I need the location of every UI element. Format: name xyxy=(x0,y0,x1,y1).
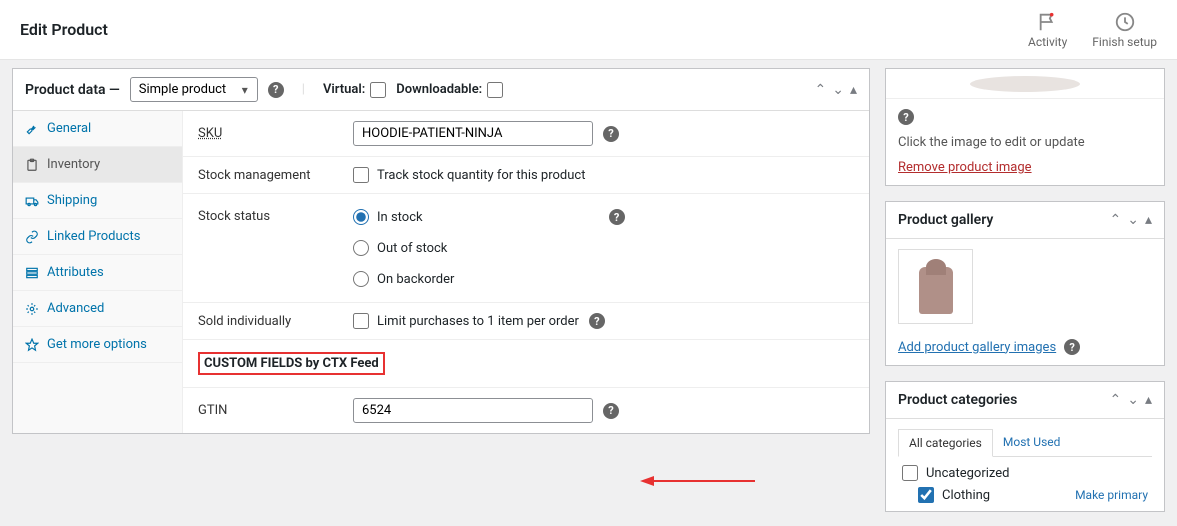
custom-fields-heading: CUSTOM FIELDS by CTX Feed xyxy=(198,352,385,375)
virtual-toggle[interactable]: Virtual: xyxy=(323,82,386,98)
remove-image-link[interactable]: Remove product image xyxy=(898,160,1032,175)
help-icon[interactable]: ? xyxy=(898,109,914,125)
sku-input[interactable] xyxy=(353,121,593,146)
category-clothing[interactable]: Clothing xyxy=(918,487,990,503)
activity-button[interactable]: Activity xyxy=(1028,11,1067,49)
help-icon[interactable]: ? xyxy=(603,126,619,142)
product-type-select[interactable]: Simple product xyxy=(130,77,258,102)
link-icon xyxy=(25,230,39,244)
stock-backorder-radio[interactable]: On backorder xyxy=(353,271,625,287)
panel-up-icon[interactable]: ⌃ xyxy=(815,82,827,98)
top-bar: Edit Product Activity Finish setup xyxy=(0,0,1177,60)
tab-attributes[interactable]: Attributes xyxy=(13,255,182,291)
gallery-title: Product gallery xyxy=(898,212,1110,228)
track-stock-checkbox[interactable]: Track stock quantity for this product xyxy=(353,167,585,183)
help-icon[interactable]: ? xyxy=(603,403,619,419)
categories-tab-all[interactable]: All categories xyxy=(898,429,993,457)
panel-toggle-icon[interactable]: ▴ xyxy=(1145,392,1152,408)
gtin-label: GTIN xyxy=(198,403,338,418)
panel-toggle-icon[interactable]: ▴ xyxy=(850,82,857,98)
image-help-text: Click the image to edit or update xyxy=(898,135,1152,150)
list-icon xyxy=(25,266,39,280)
stock-status-label: Stock status xyxy=(198,209,338,224)
panel-down-icon[interactable]: ⌄ xyxy=(832,82,844,98)
flag-icon xyxy=(1037,11,1059,33)
image-placeholder-icon xyxy=(965,74,1085,94)
product-gallery-box: Product gallery ⌃ ⌄ ▴ Add product gallery … xyxy=(885,201,1165,366)
star-icon xyxy=(25,338,39,352)
finish-setup-button[interactable]: Finish setup xyxy=(1092,11,1157,49)
stock-outofstock-radio[interactable]: Out of stock xyxy=(353,240,625,256)
clipboard-icon xyxy=(25,158,39,172)
product-image-thumbnail[interactable] xyxy=(886,69,1164,99)
product-image-box: ? Click the image to edit or update Remo… xyxy=(885,68,1165,186)
categories-tab-most-used[interactable]: Most Used xyxy=(993,429,1071,456)
panel-up-icon[interactable]: ⌃ xyxy=(1110,212,1122,228)
panel-down-icon[interactable]: ⌄ xyxy=(1127,392,1139,408)
sku-label: SKU xyxy=(198,126,338,141)
help-icon[interactable]: ? xyxy=(589,313,605,329)
product-categories-box: Product categories ⌃ ⌄ ▴ All categories Mo… xyxy=(885,381,1165,512)
stock-instock-radio[interactable]: In stock? xyxy=(353,209,625,225)
clock-icon xyxy=(1114,11,1136,33)
gtin-input[interactable] xyxy=(353,398,593,423)
wrench-icon xyxy=(25,122,39,136)
add-gallery-images-link[interactable]: Add product gallery images xyxy=(898,340,1056,355)
sold-individually-label: Sold individually xyxy=(198,314,338,329)
product-data-label: Product data — xyxy=(25,82,120,98)
gallery-thumbnail[interactable] xyxy=(898,249,973,324)
page-title: Edit Product xyxy=(20,20,108,39)
panel-toggle-icon[interactable]: ▴ xyxy=(1145,212,1152,228)
sold-individually-checkbox[interactable]: Limit purchases to 1 item per order xyxy=(353,313,579,329)
help-icon[interactable]: ? xyxy=(609,209,625,225)
truck-icon xyxy=(25,194,39,208)
tab-inventory[interactable]: Inventory xyxy=(13,147,182,183)
stock-mgmt-label: Stock management xyxy=(198,168,338,183)
product-data-tabs: General Inventory Shipping Linked Produc… xyxy=(13,111,183,433)
gear-icon xyxy=(25,302,39,316)
tab-linked-products[interactable]: Linked Products xyxy=(13,219,182,255)
downloadable-toggle[interactable]: Downloadable: xyxy=(396,82,503,98)
category-uncategorized[interactable]: Uncategorized xyxy=(902,465,1148,481)
inventory-panel: SKU ? Stock management Track stock quant… xyxy=(183,111,869,433)
tab-get-more[interactable]: Get more options xyxy=(13,327,182,363)
make-primary-link[interactable]: Make primary xyxy=(1075,488,1148,502)
tab-general[interactable]: General xyxy=(13,111,182,147)
help-icon[interactable]: ? xyxy=(268,82,284,98)
product-data-metabox: Product data — Simple product ? | Virtua… xyxy=(12,68,870,434)
tab-shipping[interactable]: Shipping xyxy=(13,183,182,219)
panel-up-icon[interactable]: ⌃ xyxy=(1110,392,1122,408)
categories-title: Product categories xyxy=(898,392,1110,408)
tab-advanced[interactable]: Advanced xyxy=(13,291,182,327)
panel-down-icon[interactable]: ⌄ xyxy=(1127,212,1139,228)
help-icon[interactable]: ? xyxy=(1064,339,1080,355)
annotation-arrow-icon xyxy=(640,471,760,491)
